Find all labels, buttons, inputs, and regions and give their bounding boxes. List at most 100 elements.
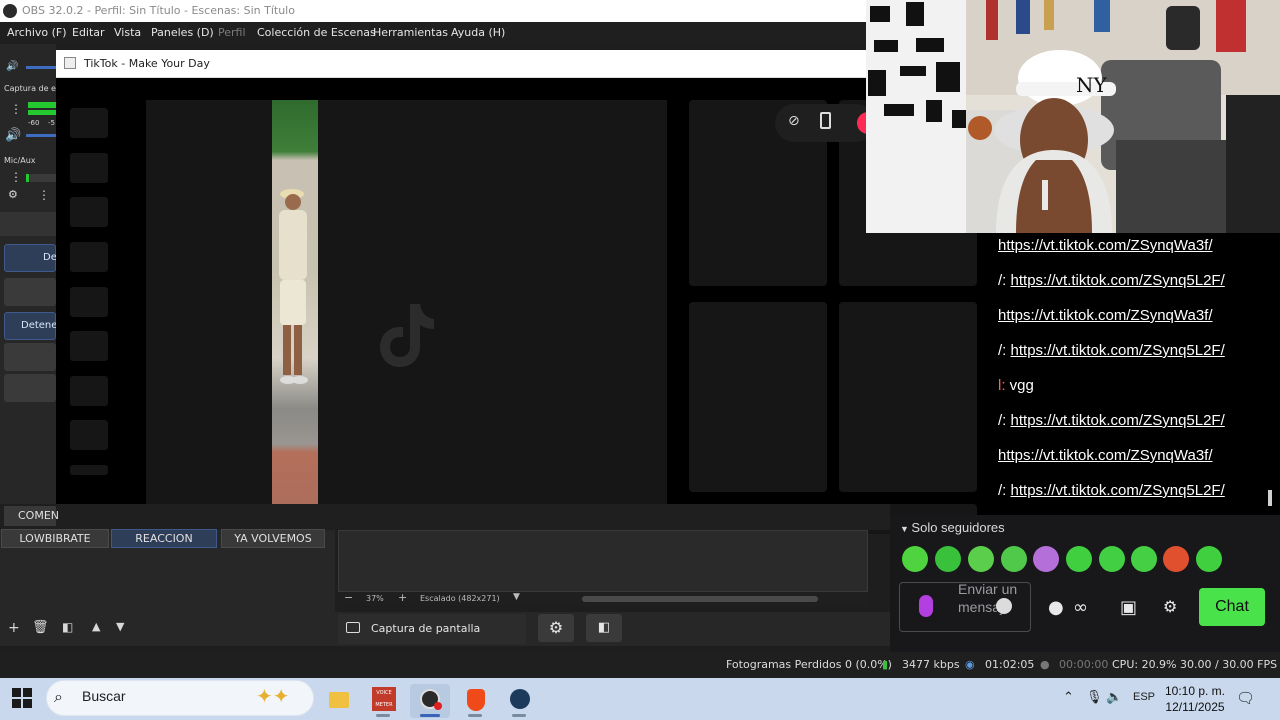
menu-coleccion-escenas[interactable]: Colección de Escenas xyxy=(257,22,376,44)
menu-archivo[interactable]: Archivo (F) xyxy=(7,22,67,44)
language-indicator[interactable]: ESP xyxy=(1133,691,1155,703)
compass-icon[interactable]: ⊘ xyxy=(788,113,800,129)
scene-filter-icon[interactable]: ◧ xyxy=(62,620,73,634)
infinity-icon[interactable]: ∞ xyxy=(1073,597,1088,618)
virtual-camera-button[interactable] xyxy=(4,343,56,371)
emote-icon[interactable] xyxy=(1131,546,1157,572)
add-scene-icon[interactable]: + xyxy=(8,620,20,636)
menu-perfil[interactable]: Perfil xyxy=(218,22,246,44)
brave-icon xyxy=(467,689,485,711)
move-down-icon[interactable]: ▼ xyxy=(116,620,124,633)
emote-icon[interactable] xyxy=(1033,546,1059,572)
chat-message[interactable]: /: https://vt.tiktok.com/ZSynq5L2F/ xyxy=(998,342,1225,359)
mobile-icon[interactable] xyxy=(820,112,831,129)
sidebar-nav-item[interactable] xyxy=(70,331,108,361)
capture-menu-icon[interactable]: ⋮ xyxy=(10,102,22,116)
windows-start-icon[interactable] xyxy=(12,688,32,708)
chat-message[interactable]: l: vgg xyxy=(998,377,1034,394)
chat-message[interactable]: /: https://vt.tiktok.com/ZSynq5L2F/ xyxy=(998,412,1225,429)
gift-icon[interactable]: ▣ xyxy=(1120,597,1137,618)
source-filters-icon[interactable]: ◧ xyxy=(586,614,622,642)
emote-icon[interactable] xyxy=(1163,546,1189,572)
send-chat-button[interactable]: Chat xyxy=(1199,588,1265,626)
emote-icon[interactable] xyxy=(1196,546,1222,572)
mic-menu-icon[interactable]: ⋮ xyxy=(10,170,22,184)
tray-mic-icon[interactable]: 🎙 xyxy=(1086,689,1103,705)
chat-settings-gear-icon[interactable]: ⚙ xyxy=(1163,597,1177,616)
remove-scene-icon[interactable]: 🗑 xyxy=(32,620,49,635)
mixer-menu-icon[interactable]: ⋮ xyxy=(38,188,50,202)
steam-app[interactable] xyxy=(500,684,540,718)
studio-mode-button[interactable] xyxy=(4,374,56,402)
emote-icon[interactable] xyxy=(968,546,994,572)
file-explorer-app[interactable] xyxy=(318,684,358,718)
sidebar-nav-item[interactable] xyxy=(70,376,108,406)
mic-icon[interactable] xyxy=(919,595,933,617)
mixer-settings-icon[interactable]: ⚙ xyxy=(8,188,18,201)
chat-message[interactable]: https://vt.tiktok.com/ZSynqWa3f/ xyxy=(998,447,1213,464)
scene-ya-volvemos[interactable]: YA VOLVEMOS xyxy=(221,529,325,548)
scale-dropdown-icon[interactable]: ▼ xyxy=(513,592,520,602)
chat-message[interactable]: https://vt.tiktok.com/ZSynqWa3f/ xyxy=(998,307,1213,324)
capture-volume-slider[interactable] xyxy=(26,134,56,137)
taskbar-clock[interactable]: 10:10 p. m. 12/11/2025 xyxy=(1158,683,1232,715)
move-up-icon[interactable]: ▲ xyxy=(92,620,100,633)
menu-herramientas[interactable]: Herramientas xyxy=(373,22,448,44)
cpu-usage: CPU: 20.9% xyxy=(1112,658,1177,671)
folder-icon xyxy=(329,692,349,708)
emote-icon[interactable] xyxy=(1001,546,1027,572)
sidebar-nav-item[interactable] xyxy=(70,420,108,450)
source-item[interactable]: Captura de pantalla xyxy=(338,614,526,644)
steam-icon xyxy=(510,689,530,709)
tray-overflow-chevron-icon[interactable]: ⌃ xyxy=(1063,689,1074,705)
chat-message[interactable]: /: https://vt.tiktok.com/ZSynq5L2F/ xyxy=(998,272,1225,289)
voicemeeter-app[interactable]: VOICE METER xyxy=(364,684,404,718)
chat-message[interactable]: https://vt.tiktok.com/ZSynqWa3f/ xyxy=(998,237,1213,254)
menu-paneles[interactable]: Paneles (D) xyxy=(151,22,214,44)
emote-icon[interactable] xyxy=(1099,546,1125,572)
emoji-icon[interactable] xyxy=(996,598,1012,614)
menu-ayuda[interactable]: Ayuda (H) xyxy=(451,22,505,44)
obs-preview[interactable] xyxy=(338,530,868,592)
emote-icon[interactable] xyxy=(1066,546,1092,572)
volume-icon[interactable]: 🔈 xyxy=(1106,689,1122,705)
source-properties-gear-icon[interactable]: ⚙ xyxy=(538,614,574,642)
desktop-volume-slider[interactable] xyxy=(26,66,56,69)
sidebar-nav-item[interactable] xyxy=(70,153,108,183)
scale-label: Escalado (482x271) xyxy=(420,594,500,603)
sidebar-nav-item[interactable] xyxy=(70,108,108,138)
brave-app[interactable] xyxy=(456,684,496,718)
capture-audio-meter-2 xyxy=(28,110,56,115)
capture-speaker-icon[interactable]: 🔊 xyxy=(5,128,21,143)
scene-lowbibrate[interactable]: LOWBIBRATE xyxy=(1,529,109,548)
grid-video-tile[interactable] xyxy=(839,302,977,492)
copilot-sparkle-icon[interactable]: ✦✦ xyxy=(256,684,290,708)
scene-reaccion[interactable]: REACCION xyxy=(111,529,217,548)
chat-scrollbar[interactable] xyxy=(1268,490,1272,506)
stop-button[interactable]: Detene xyxy=(4,312,57,340)
chat-message[interactable]: /: https://vt.tiktok.com/ZSynq5L2F/ xyxy=(998,482,1225,499)
emote-icon[interactable] xyxy=(935,546,961,572)
chat-input-placeholder: Enviar un mensaje xyxy=(958,581,1018,615)
notifications-icon[interactable]: 🗨 xyxy=(1236,689,1255,707)
menu-editar[interactable]: Editar xyxy=(72,22,105,44)
obs-app[interactable] xyxy=(410,684,450,718)
start-streaming-button[interactable]: De xyxy=(4,244,57,272)
sidebar-nav-item[interactable] xyxy=(70,465,108,475)
mic-aux-label: Mic/Aux xyxy=(4,156,36,165)
zoom-in-button[interactable]: + xyxy=(398,592,407,604)
zoom-out-button[interactable]: − xyxy=(344,592,353,604)
bitrate: 3477 kbps xyxy=(902,658,960,671)
sidebar-nav-item[interactable] xyxy=(70,242,108,272)
emote-icon[interactable] xyxy=(902,546,928,572)
sidebar-nav-item[interactable] xyxy=(70,287,108,317)
start-recording-button[interactable] xyxy=(4,278,56,306)
sidebar-nav-item[interactable] xyxy=(70,197,108,227)
grid-video-tile[interactable] xyxy=(689,302,827,492)
meter-tick: -5 xyxy=(48,119,55,127)
scene-tab-comentarios[interactable]: COMEN xyxy=(4,506,59,526)
preview-scrollbar[interactable] xyxy=(582,596,818,602)
bits-icon[interactable]: ● xyxy=(1048,597,1064,618)
speaker-icon[interactable]: 🔊 xyxy=(6,61,18,72)
menu-vista[interactable]: Vista xyxy=(114,22,141,44)
